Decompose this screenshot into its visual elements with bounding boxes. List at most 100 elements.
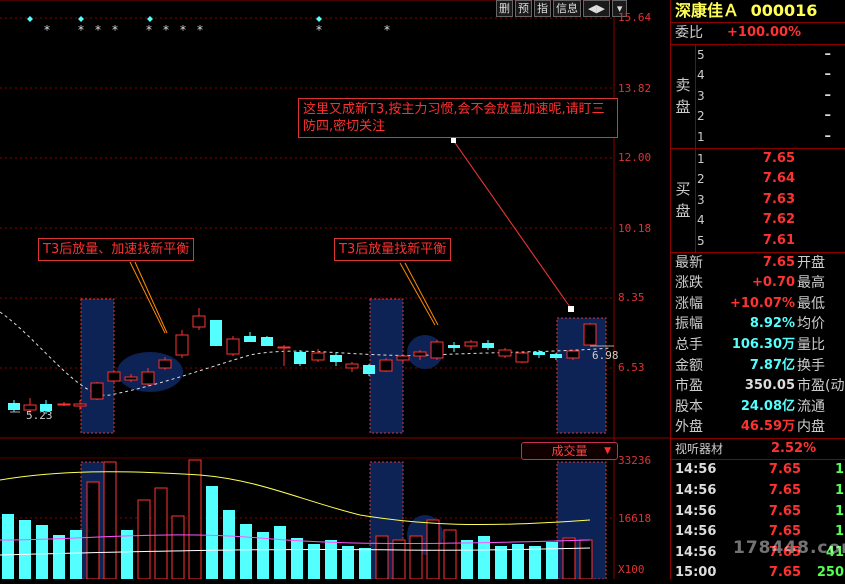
tick-time: 14:56 [675,483,717,499]
buy-row: 2 7.64 [671,169,845,190]
volume-bar [495,546,507,579]
price-tick: 6.53 [618,361,645,374]
tick-time: 14:56 [675,524,717,540]
stat-label-2: 换手 [797,357,825,374]
sell-index: 1 [697,129,705,144]
star-mark: * [95,23,101,37]
candle-body [448,345,460,348]
star-mark: * [163,23,169,37]
signal-marks: * * * * * * * * * * [27,16,390,37]
forecast-button[interactable]: 预 [515,0,532,17]
volume-bar [188,459,202,579]
stat-label: 金额 [675,357,703,374]
chevron-down-icon: ▼ [604,446,611,456]
stat-value: 350.05 [744,378,795,394]
stat-value: 8.92% [749,316,795,332]
sector-name[interactable]: 视听器材 [675,439,723,460]
pointer-line-left-2 [134,261,168,334]
stat-label: 总手 [675,336,703,353]
pointer-target [568,306,574,312]
buy-index: 2 [697,172,705,187]
sector-row: 视听器材 2.52% [671,437,845,461]
sell-price: – [824,87,832,103]
diamond-mark [147,16,153,22]
tick-price: 7.65 [768,565,801,581]
sector-change: 2.52% [771,440,817,456]
sell-row: 3– [671,86,845,107]
candle-body [464,341,478,347]
buy-price: 7.65 [762,150,795,166]
stock-header: 深康佳Ａ 000016 [671,0,845,23]
sell-price: – [824,128,832,144]
volume-bar [291,538,303,579]
buy-row: 5 7.61 [671,231,845,252]
stock-code: 000016 [750,1,818,20]
sell-index: 2 [697,109,705,124]
sell-row: 1– [671,127,845,148]
low-price-label: 5.23 [26,409,53,422]
buy-index: 3 [697,192,705,207]
volume-tick: 33236 [618,454,652,467]
chart-canvas: * * * * * * * * * * [0,0,670,579]
tick-row: 14:56 7.65 1 [671,481,845,502]
stat-value: 106.30万 [731,336,795,352]
star-mark: * [78,23,84,37]
candle-body [498,349,512,357]
tick-time: 14:56 [675,503,717,519]
last-price-label: 6.98 [592,349,619,362]
star-mark: * [44,23,50,37]
scroll-arrows-icon[interactable]: ◀▶ [583,0,610,17]
tick-volume: 1 [834,503,844,519]
candle-body [413,351,427,357]
stat-row: 金额 7.87亿 换手 [671,356,845,377]
tick-price: 7.65 [768,462,801,478]
indicator-button[interactable]: 指 [534,0,551,17]
buy-price: 7.62 [762,212,795,228]
sell-price: – [824,46,832,62]
star-mark: * [180,23,186,37]
tick-row: 15:00 7.65 250 [671,563,845,584]
volume-bar [546,542,558,579]
candle-body [175,334,189,356]
candle-body [379,359,393,372]
stat-row: 总手 106.30万 量比 [671,335,845,356]
kline-chart[interactable]: * * * * * * * * * * 删 预 指 信息 ◀▶ ▾ 15.64 13.82 12.… [0,0,670,579]
volume-unit: X100 [618,563,645,576]
price-tick: 8.35 [618,291,645,304]
info-button[interactable]: 信息 [553,0,581,17]
volume-bar [562,537,576,579]
delete-button[interactable]: 删 [496,0,513,17]
stat-row: 涨幅 +10.07% 最低 [671,294,845,315]
buy-row: 4 7.62 [671,210,845,231]
stat-label: 股本 [675,398,703,415]
stat-label: 振幅 [675,316,703,333]
price-tick: 10.18 [618,222,652,235]
candle-body [533,352,545,355]
volume-bar [392,539,406,579]
star-mark: * [316,23,322,37]
volume-bar [36,525,48,579]
stat-value: 24.08亿 [740,398,795,414]
stat-label-2: 量比 [797,336,825,353]
sell-index: 4 [697,68,705,83]
buy-row: 1 7.65 [671,149,845,170]
candle-body [226,338,240,355]
candle-body [482,343,494,348]
stat-label: 最新 [675,254,703,271]
tick-volume: 1 [834,462,844,478]
stat-row: 最新 7.65 开盘 [671,253,845,274]
star-mark: * [146,23,152,37]
pointer-line-mid-2 [404,262,439,326]
pointer-anchor [451,138,456,143]
annotation-left: T3后放量、加速找新平衡 [38,238,195,261]
volume-bar [342,546,354,579]
tick-time: 14:56 [675,544,717,560]
volume-indicator-button[interactable]: 成交量 ▼ [521,442,618,460]
volume-bar [121,530,133,579]
tick-price: 7.65 [768,483,801,499]
candle-body [294,352,306,364]
watermark: 178448.com [733,538,845,558]
quote-panel: 深康佳Ａ 000016 委比 +100.00% 卖 盘 5– 4– 3– 2– … [670,0,845,580]
diamond-mark [27,16,33,22]
sell-price: – [824,67,832,83]
